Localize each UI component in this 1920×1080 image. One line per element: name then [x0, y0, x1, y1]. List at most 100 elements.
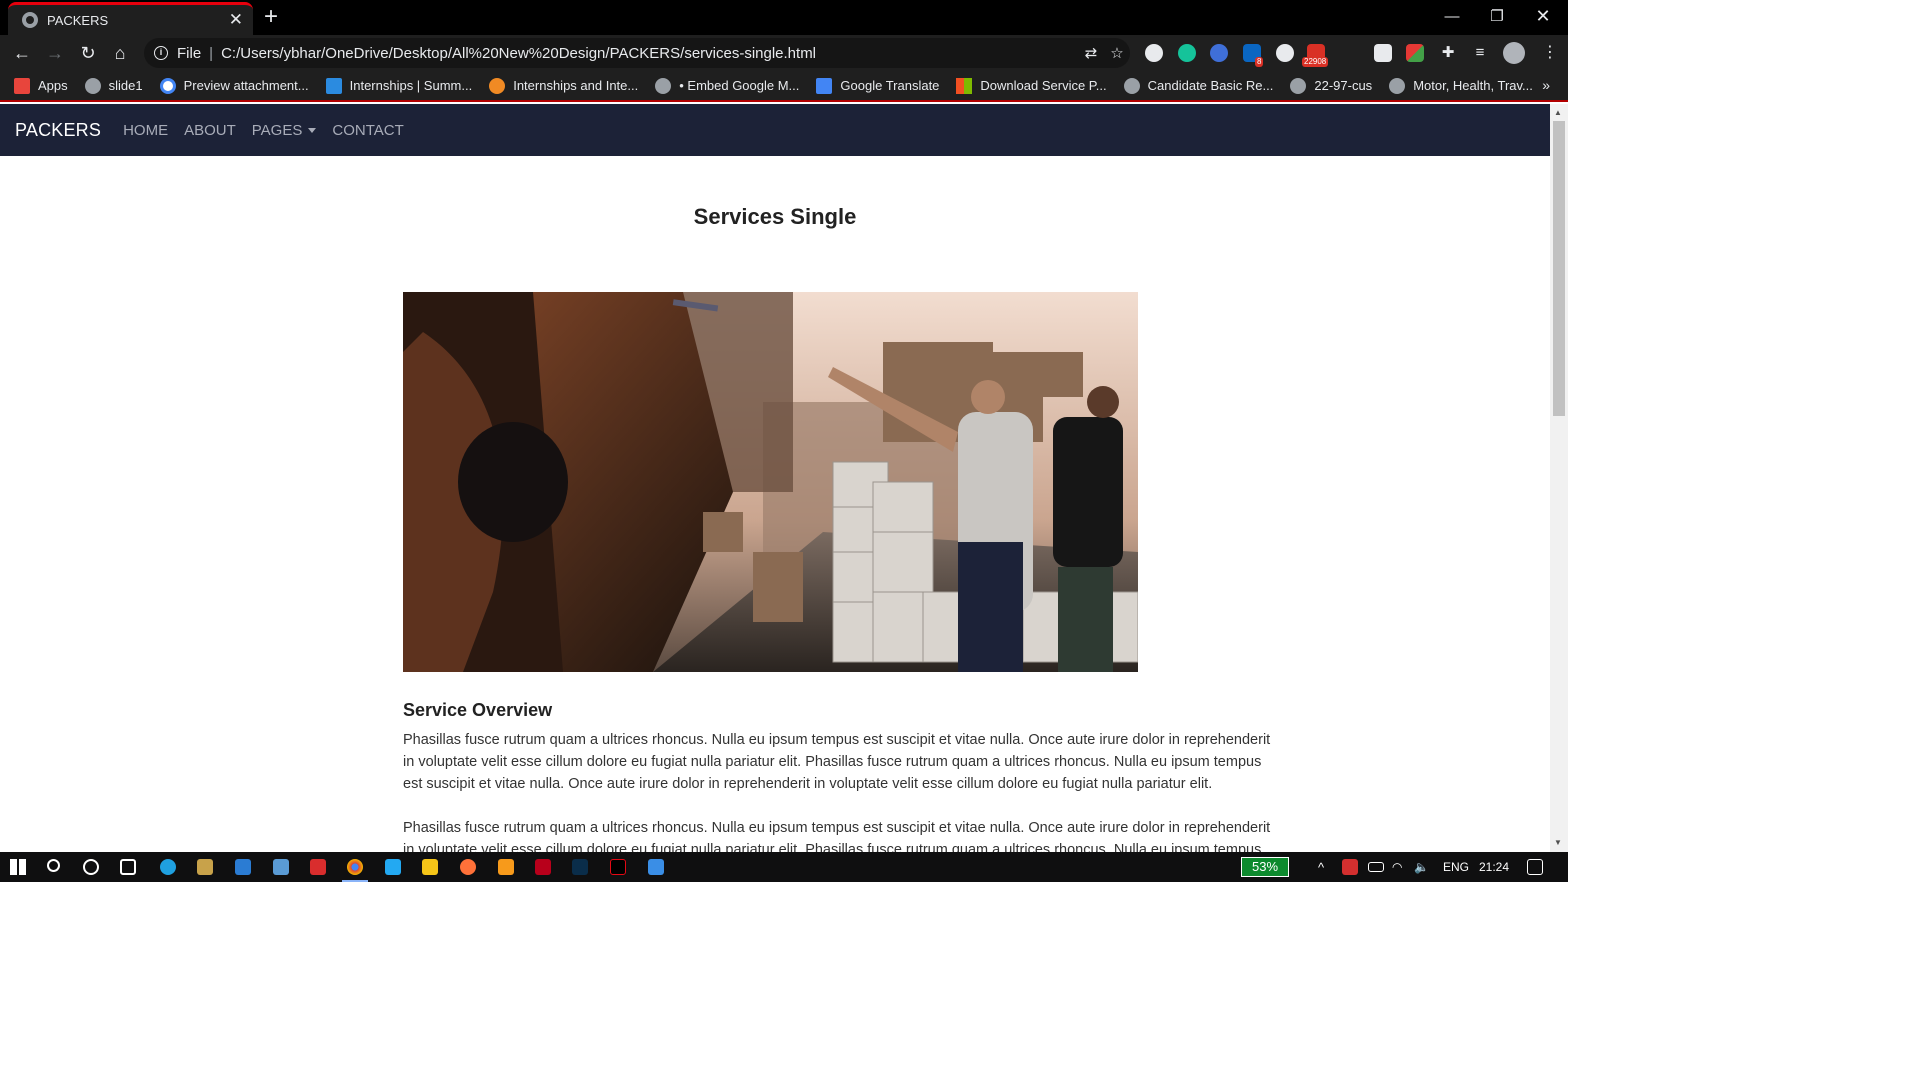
photos-icon[interactable]: [648, 859, 664, 875]
wifi-icon[interactable]: ◠: [1392, 860, 1402, 874]
mail-icon[interactable]: [235, 859, 251, 875]
bookmark-star-icon[interactable]: ☆: [1104, 44, 1130, 62]
globe-icon: [84, 77, 101, 94]
bookmark-item[interactable]: Preview attachment...: [159, 77, 309, 94]
cortana-icon[interactable]: [83, 859, 99, 875]
page-title: Services Single: [693, 204, 857, 229]
store-icon[interactable]: [197, 859, 213, 875]
photoshop-icon[interactable]: [572, 859, 588, 875]
service-hero-image: [403, 292, 1138, 672]
browser-tab[interactable]: PACKERS ✕: [8, 2, 253, 35]
active-app-indicator: [342, 880, 368, 882]
tab-title: PACKERS: [47, 12, 109, 28]
battery-meter[interactable]: 53%: [1241, 857, 1289, 877]
nav-link-home[interactable]: HOME: [123, 122, 168, 139]
site-navbar: PACKERS HOME ABOUT PAGES CONTACT: [0, 104, 1550, 156]
bookmark-item[interactable]: Candidate Basic Re...: [1123, 77, 1273, 94]
bookmark-item[interactable]: Apps: [14, 77, 68, 94]
bookmark-label: Internships and Inte...: [513, 78, 639, 93]
sublime-icon[interactable]: [498, 859, 514, 875]
bookmark-label: Google Translate: [840, 78, 940, 93]
battery-icon[interactable]: [1368, 862, 1384, 872]
tray-overflow-icon[interactable]: ^: [1318, 860, 1324, 875]
nav-link-pages[interactable]: PAGES: [252, 122, 317, 139]
page-viewport: PACKERS HOME ABOUT PAGES CONTACT Service…: [0, 104, 1550, 852]
bookmark-label: Motor, Health, Trav...: [1413, 78, 1533, 93]
address-bar[interactable]: i File | C:/Users/ybhar/OneDrive/Desktop…: [144, 38, 1130, 68]
reload-icon[interactable]: ↻: [75, 41, 101, 65]
antivirus-icon[interactable]: [1342, 859, 1358, 875]
reading-list-icon[interactable]: ≡: [1471, 44, 1489, 62]
bookmark-label: Apps: [38, 78, 68, 93]
new-tab-button[interactable]: +: [264, 4, 278, 30]
nav-link-contact[interactable]: CONTACT: [332, 122, 403, 139]
notifications-icon[interactable]: [1527, 859, 1543, 875]
bookmarks-overflow-icon[interactable]: »: [1542, 77, 1550, 93]
profile-avatar[interactable]: [1503, 42, 1525, 64]
globe-icon: [1389, 77, 1406, 94]
globe-icon: [655, 77, 672, 94]
clock[interactable]: 21:24: [1479, 860, 1509, 874]
minimize-icon[interactable]: —: [1429, 0, 1475, 32]
bookmark-item[interactable]: Google Translate: [816, 77, 940, 94]
translate-icon[interactable]: ⇄: [1078, 44, 1104, 62]
site-info-icon[interactable]: i: [154, 46, 168, 60]
firefox-icon[interactable]: [460, 859, 476, 875]
body-paragraph: Phasillas fusce rutrum quam a ultrices r…: [403, 820, 1271, 852]
bookmark-label: 22-97-cus: [1314, 78, 1373, 93]
linkedin-badge: 8: [1255, 57, 1264, 67]
nav-link-about[interactable]: ABOUT: [184, 122, 236, 139]
bookmark-item[interactable]: Internships | Summ...: [325, 77, 473, 94]
language-indicator[interactable]: ENG: [1443, 860, 1469, 874]
forward-icon[interactable]: →: [42, 41, 68, 65]
site-brand[interactable]: PACKERS: [15, 120, 101, 141]
search-icon[interactable]: [47, 859, 60, 872]
windows-taskbar: 53% ^ ◠ 🔈 ENG 21:24: [0, 852, 1568, 882]
volume-icon[interactable]: 🔈: [1414, 860, 1429, 874]
speedometer-icon[interactable]: [1276, 44, 1294, 62]
extension-circle-icon[interactable]: [1145, 44, 1163, 62]
bookmark-item[interactable]: Internships and Inte...: [489, 77, 639, 94]
page-scrollbar[interactable]: ▲ ▼: [1550, 104, 1568, 852]
vscode-icon[interactable]: [385, 859, 401, 875]
bookmark-item[interactable]: Download Service P...: [956, 77, 1107, 94]
tab-close-icon[interactable]: ✕: [229, 10, 243, 30]
download-app-icon[interactable]: [310, 859, 326, 875]
chrome-menu-icon[interactable]: ⋮: [1541, 44, 1559, 62]
bookmark-item[interactable]: 22-97-cus: [1290, 77, 1373, 94]
url-text[interactable]: C:/Users/ybhar/OneDrive/Desktop/All%20Ne…: [221, 45, 1078, 62]
extension-eye-icon[interactable]: [1210, 44, 1228, 62]
back-icon[interactable]: ←: [9, 41, 35, 65]
nav-link-label: HOME: [123, 121, 169, 139]
close-window-icon[interactable]: ✕: [1520, 0, 1566, 32]
netflix-icon[interactable]: [610, 859, 626, 875]
file-explorer-icon[interactable]: [422, 859, 438, 875]
task-view-icon[interactable]: [120, 859, 136, 875]
restore-icon[interactable]: ❐: [1474, 0, 1520, 32]
scroll-up-icon[interactable]: ▲: [1554, 108, 1562, 117]
dropdown-caret-icon: [308, 127, 317, 133]
chrome-icon[interactable]: [347, 859, 363, 875]
filezilla-icon[interactable]: [535, 859, 551, 875]
app-icon[interactable]: [273, 859, 289, 875]
windows-start-icon[interactable]: [10, 859, 26, 875]
bookmark-item[interactable]: Motor, Health, Trav...: [1389, 77, 1533, 94]
globe-icon: [22, 12, 38, 28]
bookmark-item[interactable]: slide1: [84, 77, 143, 94]
bookmark-label: Download Service P...: [980, 78, 1107, 93]
bookmark-label: Internships | Summ...: [349, 78, 473, 93]
scroll-down-icon[interactable]: ▼: [1554, 838, 1562, 847]
extension-colorful-icon[interactable]: [1406, 44, 1424, 62]
bookmark-item[interactable]: • Embed Google M...: [655, 77, 800, 94]
scrollbar-thumb[interactable]: [1553, 121, 1565, 416]
flame-icon: [489, 77, 506, 94]
extensions-puzzle-icon[interactable]: ✚: [1439, 44, 1457, 62]
translate-icon: [816, 77, 833, 94]
globe-icon: [1290, 77, 1307, 94]
home-icon[interactable]: ⌂: [107, 41, 133, 65]
edge-icon[interactable]: [160, 859, 176, 875]
grammarly-icon[interactable]: [1178, 44, 1196, 62]
bookmark-label: • Embed Google M...: [679, 78, 800, 93]
instagram-icon[interactable]: [1374, 44, 1392, 62]
battery-percent: 53%: [1251, 859, 1279, 874]
